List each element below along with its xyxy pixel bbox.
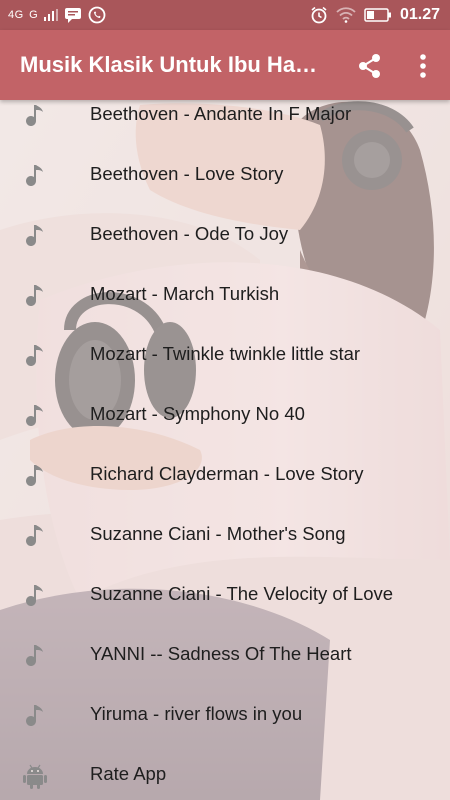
song-title: Mozart - Twinkle twinkle little star	[90, 343, 361, 364]
music-note-icon	[25, 645, 43, 666]
song-list-item[interactable]: Suzanne Ciani - Mother's Song	[0, 505, 450, 565]
whatsapp-icon	[88, 6, 106, 24]
app-screen: 4G G 01.27 Musik Klasik Untuk Ibu Ha… Be…	[0, 0, 450, 800]
music-note-icon	[25, 105, 43, 126]
song-list-item[interactable]: Mozart - Symphony No 40	[0, 385, 450, 445]
clock: 01.27	[399, 6, 440, 23]
music-note-icon	[25, 525, 43, 546]
alarm-icon	[311, 6, 327, 24]
rate-app-item[interactable]: Rate App	[0, 745, 450, 800]
music-note-icon	[25, 465, 43, 486]
song-list-item[interactable]: Richard Clayderman - Love Story	[0, 445, 450, 505]
network-indicator: 4G G	[8, 9, 39, 21]
song-list-item[interactable]: YANNI -- Sadness Of The Heart	[0, 625, 450, 685]
song-title: Beethoven - Andante In F Major	[90, 103, 352, 124]
music-note-icon	[25, 405, 43, 426]
song-list-item[interactable]: Mozart - Twinkle twinkle little star	[0, 325, 450, 385]
song-list-item[interactable]: Suzanne Ciani - The Velocity of Love	[0, 565, 450, 625]
song-title: Yiruma - river flows in you	[90, 703, 303, 724]
song-title: Suzanne Ciani - Mother's Song	[90, 523, 346, 544]
more-vert-icon[interactable]	[408, 51, 438, 81]
chat-icon	[65, 8, 82, 23]
status-bar: 4G G 01.27	[0, 0, 450, 30]
signal-icon	[44, 9, 59, 21]
song-list-item[interactable]: Beethoven - Love Story	[0, 145, 450, 205]
music-note-icon	[25, 225, 43, 246]
song-title: YANNI -- Sadness Of The Heart	[90, 643, 352, 664]
song-list: Beethoven - Andante In F Major Beethoven…	[0, 85, 450, 800]
song-title: Mozart - Symphony No 40	[90, 403, 305, 424]
status-left: 4G G	[8, 5, 106, 25]
rate-app-label: Rate App	[90, 763, 167, 784]
app-bar: Musik Klasik Untuk Ibu Ha…	[0, 30, 450, 100]
share-icon[interactable]	[355, 51, 385, 81]
song-title: Mozart - March Turkish	[90, 283, 280, 304]
app-title: Musik Klasik Untuk Ibu Ha…	[20, 52, 318, 77]
music-note-icon	[25, 345, 43, 366]
song-list-item[interactable]: Yiruma - river flows in you	[0, 685, 450, 745]
status-right: 01.27	[310, 4, 440, 26]
wifi-icon	[336, 7, 356, 23]
music-note-icon	[25, 165, 43, 186]
music-note-icon	[25, 705, 43, 726]
song-title: Beethoven - Ode To Joy	[90, 223, 289, 244]
android-icon	[23, 764, 47, 789]
song-title: Suzanne Ciani - The Velocity of Love	[90, 583, 394, 604]
song-list-item[interactable]: Mozart - March Turkish	[0, 265, 450, 325]
battery-icon	[364, 8, 391, 22]
song-list-item[interactable]: Beethoven - Ode To Joy	[0, 205, 450, 265]
music-note-icon	[25, 585, 43, 606]
music-note-icon	[25, 285, 43, 306]
song-title: Beethoven - Love Story	[90, 163, 284, 184]
song-title: Richard Clayderman - Love Story	[90, 463, 364, 484]
